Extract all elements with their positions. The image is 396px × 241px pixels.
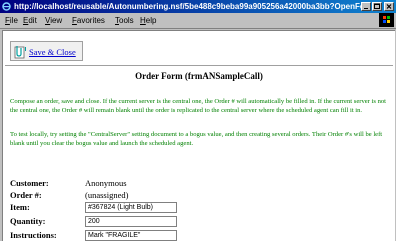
menu-bar: File Edit View Favorites Tools Help [0,13,396,29]
windows-logo-icon [379,13,394,27]
menu-edit[interactable]: Edit [23,16,37,25]
order-number-value: (unassigned) [85,190,129,200]
menu-view[interactable]: View [45,16,62,25]
menu-help[interactable]: Help [140,16,156,25]
quantity-input[interactable]: 200 [85,216,177,227]
ie-icon [2,2,11,11]
item-label: Item: [10,202,30,212]
maximize-button[interactable] [372,2,382,11]
browser-window: http://localhost/reusable/Autonumbering.… [0,0,396,241]
instructions-input[interactable]: Mark "FRAGILE" [85,230,177,241]
item-input[interactable]: #367824 (Light Bulb) [85,202,177,213]
title-bar: http://localhost/reusable/Autonumbering.… [0,0,396,13]
save-close-label: Save & Close [29,47,76,57]
quantity-label: Quantity: [10,216,46,226]
customer-value: Anonymous [85,178,127,188]
window-title: http://localhost/reusable/Autonumbering.… [14,2,362,11]
form-title: Order Form (frmANSampleCall) [135,71,263,81]
divider [5,65,393,66]
minimize-button[interactable] [361,2,371,11]
instructions-paragraph-2: To test locally, try setting the "Centra… [10,131,383,147]
menu-favorites[interactable]: Favorites [72,16,105,25]
menu-file[interactable]: File [5,16,18,25]
instructions-label: Instructions: [10,230,57,240]
instructions-paragraph-1: Compose an order, save and close. If the… [10,98,386,114]
customer-label: Customer: [10,178,49,188]
save-close-button[interactable]: Save & Close [10,41,83,61]
close-button[interactable] [384,2,394,11]
save-close-icon [14,45,27,64]
menu-tools[interactable]: Tools [115,16,134,25]
page-content: Save & Close Order Form (frmANSampleCall… [2,30,395,241]
order-number-label: Order #: [10,190,42,200]
